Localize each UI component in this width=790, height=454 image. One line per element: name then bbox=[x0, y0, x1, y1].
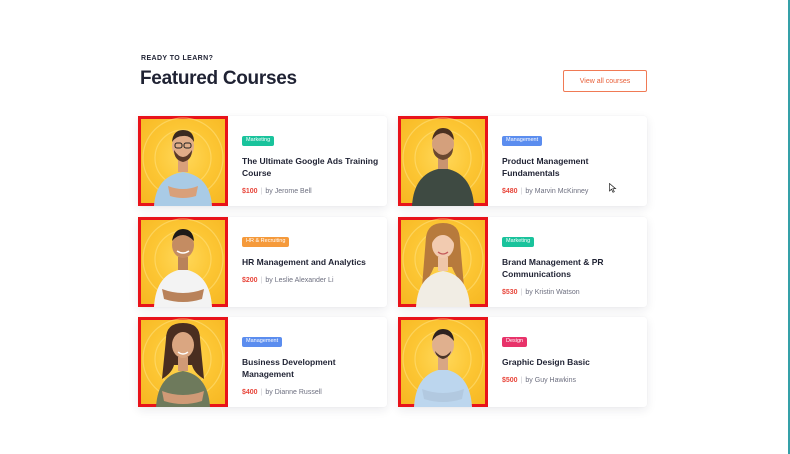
course-meta: $530 | by Kristin Watson bbox=[502, 289, 639, 296]
course-price: $100 bbox=[242, 188, 258, 195]
course-thumbnail[interactable] bbox=[138, 317, 228, 407]
course-meta: $100 | by Jerome Bell bbox=[242, 188, 379, 195]
course-card[interactable]: Design Graphic Design Basic $500 | by Guy … bbox=[398, 317, 647, 407]
course-price: $400 bbox=[242, 389, 258, 396]
course-meta: $480 | by Marvin McKinney bbox=[502, 188, 639, 195]
meta-divider: | bbox=[260, 188, 263, 195]
course-thumbnail[interactable] bbox=[398, 317, 488, 407]
section-eyebrow: READY TO LEARN? bbox=[141, 55, 214, 62]
course-author: by Kristin Watson bbox=[525, 289, 580, 296]
meta-divider: | bbox=[520, 377, 523, 384]
course-price: $200 bbox=[242, 277, 258, 284]
course-info: Management Business Development Manageme… bbox=[242, 329, 379, 396]
mouse-cursor-icon bbox=[609, 183, 617, 193]
meta-divider: | bbox=[260, 389, 263, 396]
page-title: Featured Courses bbox=[140, 68, 297, 89]
course-card[interactable]: Marketing The Ultimate Google Ads Traini… bbox=[138, 116, 387, 206]
course-price: $480 bbox=[502, 188, 518, 195]
instructor-photo bbox=[402, 218, 484, 307]
course-thumbnail[interactable] bbox=[138, 116, 228, 206]
course-card[interactable]: Marketing Brand Management & PR Communic… bbox=[398, 217, 647, 307]
course-info: Marketing Brand Management & PR Communic… bbox=[502, 229, 639, 296]
course-author: by Marvin McKinney bbox=[525, 188, 589, 195]
course-price: $500 bbox=[502, 377, 518, 384]
course-author: by Jerome Bell bbox=[265, 188, 312, 195]
course-author: by Guy Hawkins bbox=[525, 377, 576, 384]
category-badge: Marketing bbox=[242, 136, 275, 146]
course-author: by Leslie Alexander Li bbox=[265, 277, 334, 284]
course-title[interactable]: The Ultimate Google Ads Training Course bbox=[242, 155, 379, 179]
course-thumbnail[interactable] bbox=[398, 116, 488, 206]
category-badge: Design bbox=[502, 337, 528, 347]
category-badge: Management bbox=[242, 337, 283, 347]
course-title[interactable]: Brand Management & PR Communications bbox=[502, 256, 639, 280]
course-title[interactable]: Business Development Management bbox=[242, 356, 379, 380]
category-badge: Marketing bbox=[502, 237, 535, 247]
instructor-photo bbox=[142, 318, 224, 407]
course-title[interactable]: Graphic Design Basic bbox=[502, 356, 639, 368]
instructor-photo bbox=[142, 117, 224, 206]
meta-divider: | bbox=[520, 188, 523, 195]
course-thumbnail[interactable] bbox=[398, 217, 488, 307]
instructor-photo bbox=[402, 318, 484, 407]
category-badge: HR & Recruiting bbox=[242, 237, 290, 247]
meta-divider: | bbox=[520, 289, 523, 296]
course-info: Management Product Management Fundamenta… bbox=[502, 128, 639, 195]
course-meta: $200 | by Leslie Alexander Li bbox=[242, 277, 379, 284]
course-title[interactable]: Product Management Fundamentals bbox=[502, 155, 639, 179]
course-meta: $500 | by Guy Hawkins bbox=[502, 377, 639, 384]
course-card[interactable]: Management Business Development Manageme… bbox=[138, 317, 387, 407]
course-info: Design Graphic Design Basic $500 | by Guy … bbox=[502, 329, 639, 384]
course-author: by Dianne Russell bbox=[265, 389, 322, 396]
course-price: $530 bbox=[502, 289, 518, 296]
course-meta: $400 | by Dianne Russell bbox=[242, 389, 379, 396]
course-card[interactable]: HR & Recruiting HR Management and Analyt… bbox=[138, 217, 387, 307]
course-title[interactable]: HR Management and Analytics bbox=[242, 256, 379, 268]
instructor-photo bbox=[142, 218, 224, 307]
course-thumbnail[interactable] bbox=[138, 217, 228, 307]
category-badge: Management bbox=[502, 136, 543, 146]
course-info: HR & Recruiting HR Management and Analyt… bbox=[242, 229, 379, 284]
instructor-photo bbox=[402, 117, 484, 206]
course-info: Marketing The Ultimate Google Ads Traini… bbox=[242, 128, 379, 195]
view-all-courses-button[interactable]: View all courses bbox=[563, 70, 647, 92]
meta-divider: | bbox=[260, 277, 263, 284]
